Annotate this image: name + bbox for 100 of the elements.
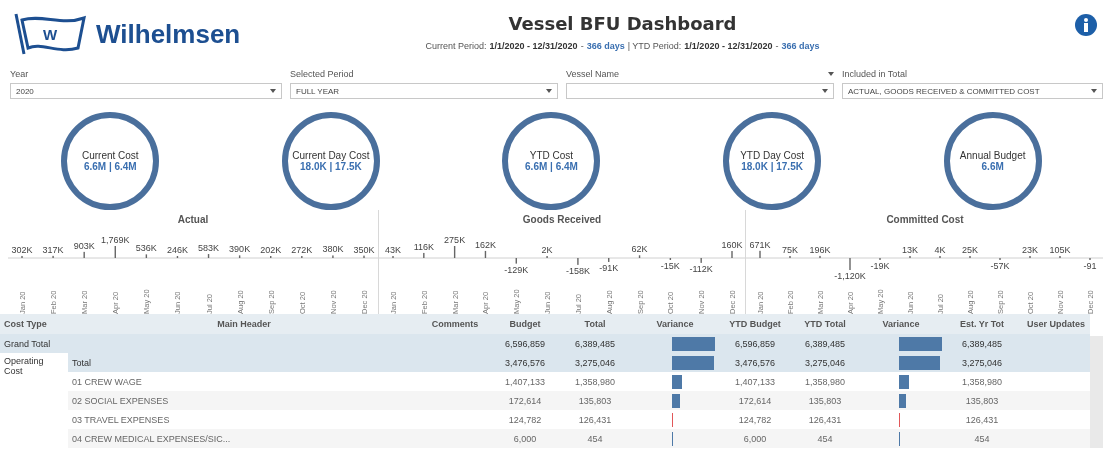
table-cell: 1,407,133	[490, 372, 560, 391]
filter-dropdown[interactable]: FULL YEAR	[290, 83, 558, 99]
table-cell: Grand Total	[0, 334, 420, 353]
value-label: 202K	[260, 245, 282, 255]
filter-label: Included in Total	[842, 69, 907, 79]
filter-label: Year	[10, 69, 29, 79]
value-label: 160K	[721, 240, 742, 250]
column-header: YTD Total	[790, 314, 860, 334]
kpi-value: 6.6M | 6.4M	[525, 161, 578, 172]
table-cell: 01 CREW WAGE	[68, 372, 420, 391]
table-cell: 454	[560, 429, 630, 448]
table-cell: 124,782	[720, 410, 790, 429]
period-text: 366 days	[586, 41, 625, 51]
filter-dropdown[interactable]: ACTUAL, GOODS RECEIVED & COMMITTED COST	[842, 83, 1103, 99]
table-cell: 135,803	[560, 391, 630, 410]
variance-bar	[898, 393, 907, 408]
kpi-title: Current Cost	[81, 150, 139, 161]
caret-icon	[822, 89, 828, 93]
kpi-title: YTD Day Cost	[740, 150, 805, 161]
table-cell: 3,275,046	[790, 353, 860, 372]
chart-title: Actual	[177, 214, 209, 227]
value-label: 246K	[166, 245, 188, 255]
table-cell: 126,431	[790, 410, 860, 429]
kpi-value: 18.0K | 17.5K	[741, 161, 803, 172]
table-cell: Operating Cost	[0, 353, 68, 448]
column-header: Budget	[490, 314, 560, 334]
column-header: Total	[560, 314, 630, 334]
table-cell: 126,431	[560, 410, 630, 429]
table-cell: 1,358,980	[790, 372, 860, 391]
table-cell: 124,782	[490, 410, 560, 429]
value-label: 196K	[809, 244, 831, 255]
table-cell: 126,431	[942, 410, 1022, 429]
kpi-title: Current Day Cost	[292, 150, 370, 161]
table-cell: 6,000	[490, 429, 560, 448]
info-icon[interactable]	[1075, 14, 1097, 36]
table-cell: 1,407,133	[720, 372, 790, 391]
column-header: YTD Budget	[720, 314, 790, 334]
column-header: Cost Type	[0, 314, 68, 334]
value-label: -158K	[565, 265, 590, 276]
period-text: | YTD Period:	[627, 41, 682, 51]
value-label: 105K	[1049, 245, 1071, 255]
table-cell: 6,000	[720, 429, 790, 448]
value-label: 536K	[135, 243, 157, 254]
kpi-value: 6.6M	[981, 161, 1004, 172]
column-header: Comments	[420, 314, 490, 334]
caret-icon	[270, 89, 276, 93]
column-header: Variance	[860, 314, 942, 334]
value-label: -112K	[689, 263, 713, 274]
value-label: 583K	[198, 243, 220, 254]
value-label: 116K	[413, 241, 434, 252]
value-label: 2K	[541, 245, 553, 255]
variance-bar	[672, 374, 683, 389]
table-cell: 1,358,980	[942, 372, 1022, 391]
column-header: User Updates	[1022, 314, 1090, 334]
menu-caret-icon	[828, 72, 834, 76]
filter-label: Selected Period	[290, 69, 354, 79]
value-label: 390K	[229, 244, 251, 255]
table-cell: 135,803	[942, 391, 1022, 410]
value-label: 4K	[934, 245, 946, 255]
value-label: 671K	[749, 239, 771, 250]
value-label: 380K	[322, 244, 344, 255]
variance-bar	[672, 393, 680, 408]
caret-icon	[1091, 89, 1097, 93]
kpi-title: Annual Budget	[959, 150, 1026, 161]
filter-dropdown[interactable]: 2020	[10, 83, 282, 99]
variance-bar	[898, 374, 909, 389]
column-header: Main Header	[68, 314, 420, 334]
bar	[730, 251, 733, 258]
value-label: -19K	[870, 261, 890, 271]
value-label: 162K	[474, 239, 496, 250]
value-label: 317K	[42, 244, 64, 255]
variance-bar	[672, 355, 715, 370]
filter-dropdown[interactable]	[566, 83, 834, 99]
period-text: 1/1/2020 - 12/31/2020	[684, 41, 773, 51]
table-cell: 6,389,485	[942, 334, 1022, 353]
filter-label: Vessel Name	[566, 69, 620, 79]
table-cell: 3,476,576	[720, 353, 790, 372]
table-cell: 6,389,485	[560, 334, 630, 353]
scrollbar[interactable]	[1090, 336, 1103, 448]
period-text: Current Period:	[425, 41, 487, 51]
logo-text: Wilhelmsen	[96, 18, 241, 50]
variance-bar	[898, 355, 941, 370]
table-cell: Total	[68, 353, 420, 372]
table-cell: 6,389,485	[790, 334, 860, 353]
period-text: -	[580, 41, 584, 51]
value-label: 302K	[11, 244, 33, 255]
chart-title: Goods Received	[522, 214, 602, 227]
value-label: -1,120K	[834, 271, 866, 281]
value-label: -15K	[660, 261, 680, 271]
dashboard-title: Vessel BFU Dashboard	[508, 13, 737, 34]
table-cell: 172,614	[720, 391, 790, 410]
value-label: 272K	[291, 245, 313, 255]
value-label: -91K	[598, 262, 618, 273]
bar	[145, 254, 148, 258]
table-cell: 3,275,046	[560, 353, 630, 372]
variance-bar	[898, 336, 942, 351]
variance-bar	[672, 336, 716, 351]
bar	[207, 254, 210, 258]
chart-title: Committed Cost	[886, 214, 964, 227]
value-label: 25K	[962, 245, 978, 255]
